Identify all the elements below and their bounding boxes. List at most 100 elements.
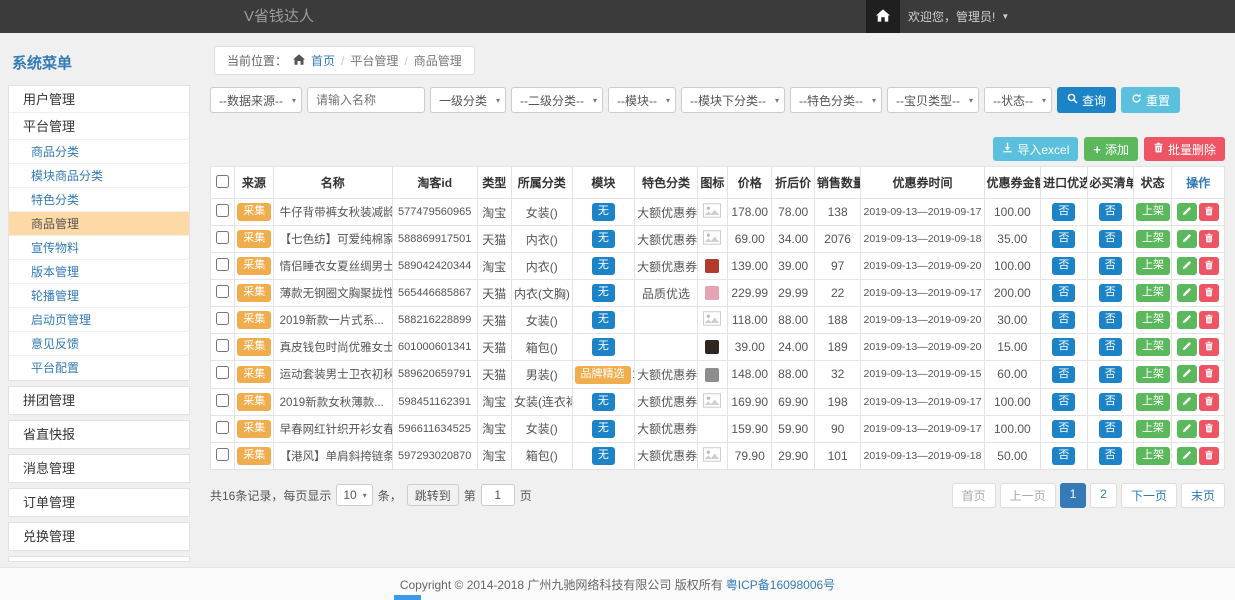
delete-button[interactable]: [1199, 203, 1219, 221]
edit-button[interactable]: [1177, 393, 1197, 411]
edit-button[interactable]: [1177, 365, 1197, 383]
delete-button[interactable]: [1199, 420, 1219, 438]
jump-page-input[interactable]: [481, 484, 515, 506]
delete-button[interactable]: [1199, 311, 1219, 329]
import-toggle-badge[interactable]: 否: [1052, 257, 1075, 275]
filter-select-1[interactable]: --二级分类--▾: [511, 87, 603, 113]
breadcrumb-home-link[interactable]: 首页: [311, 52, 335, 69]
module-badge[interactable]: 无: [592, 338, 615, 356]
filter-select-0[interactable]: 一级分类▾: [430, 87, 506, 113]
delete-button[interactable]: [1199, 230, 1219, 248]
module-badge[interactable]: 无: [592, 203, 615, 221]
sidebar-item[interactable]: 宣传物料: [9, 236, 189, 260]
sidebar-item[interactable]: 拼团管理: [9, 387, 189, 414]
sidebar-item[interactable]: 消息管理: [9, 455, 189, 482]
import-toggle-badge[interactable]: 否: [1052, 311, 1075, 329]
filter-select-6[interactable]: --状态--▾: [984, 87, 1052, 113]
module-badge[interactable]: 品牌精选: [575, 366, 631, 384]
edit-button[interactable]: [1177, 257, 1197, 275]
import-toggle-badge[interactable]: 否: [1052, 230, 1075, 248]
reset-button[interactable]: 重置: [1121, 87, 1180, 113]
edit-button[interactable]: [1177, 230, 1197, 248]
status-badge[interactable]: 上架: [1136, 311, 1170, 329]
sidebar-item[interactable]: 订单管理: [9, 489, 189, 516]
mustbuy-toggle-badge[interactable]: 否: [1099, 311, 1122, 329]
filter-select-5[interactable]: --宝贝类型--▾: [887, 87, 979, 113]
sidebar-item[interactable]: 意见反馈: [9, 332, 189, 356]
sidebar-item[interactable]: 平台配置: [9, 356, 189, 380]
import-excel-button[interactable]: 导入excel: [993, 137, 1078, 161]
page-button[interactable]: 下一页: [1121, 483, 1177, 508]
page-button[interactable]: 2: [1090, 483, 1117, 508]
edit-button[interactable]: [1177, 420, 1197, 438]
row-checkbox[interactable]: [216, 285, 229, 298]
edit-button[interactable]: [1177, 203, 1197, 221]
module-badge[interactable]: 无: [592, 447, 615, 465]
status-badge[interactable]: 上架: [1136, 420, 1170, 438]
mustbuy-toggle-badge[interactable]: 否: [1099, 338, 1122, 356]
mustbuy-toggle-badge[interactable]: 否: [1099, 284, 1122, 302]
row-checkbox[interactable]: [216, 366, 229, 379]
module-badge[interactable]: 无: [592, 311, 615, 329]
filter-select-2[interactable]: --模块--▾: [608, 87, 676, 113]
delete-button[interactable]: [1199, 338, 1219, 356]
module-badge[interactable]: 无: [592, 230, 615, 248]
page-button[interactable]: 末页: [1181, 483, 1225, 508]
delete-button[interactable]: [1199, 447, 1219, 465]
sidebar-item[interactable]: 轮播管理: [9, 284, 189, 308]
row-checkbox[interactable]: [216, 339, 229, 352]
import-toggle-badge[interactable]: 否: [1052, 203, 1075, 221]
sidebar-item[interactable]: 兑换管理: [9, 523, 189, 550]
module-badge[interactable]: 无: [592, 257, 615, 275]
row-checkbox[interactable]: [216, 448, 229, 461]
mustbuy-toggle-badge[interactable]: 否: [1099, 230, 1122, 248]
row-checkbox[interactable]: [216, 394, 229, 407]
sidebar-item[interactable]: 省直快报: [9, 421, 189, 448]
row-checkbox[interactable]: [216, 421, 229, 434]
sidebar-item[interactable]: 版本管理: [9, 260, 189, 284]
page-button[interactable]: 1: [1060, 483, 1087, 508]
status-badge[interactable]: 上架: [1136, 393, 1170, 411]
mustbuy-toggle-badge[interactable]: 否: [1099, 366, 1122, 384]
row-checkbox[interactable]: [216, 231, 229, 244]
page-size-select[interactable]: 10 ▾: [336, 484, 372, 506]
home-button[interactable]: [866, 0, 900, 33]
select-all-checkbox[interactable]: [216, 175, 229, 188]
mustbuy-toggle-badge[interactable]: 否: [1099, 447, 1122, 465]
delete-button[interactable]: [1199, 257, 1219, 275]
edit-button[interactable]: [1177, 447, 1197, 465]
status-badge[interactable]: 上架: [1136, 230, 1170, 248]
sidebar-item[interactable]: 平台管理: [9, 113, 189, 140]
status-badge[interactable]: 上架: [1136, 203, 1170, 221]
import-toggle-badge[interactable]: 否: [1052, 366, 1075, 384]
jump-button[interactable]: 跳转到: [407, 484, 459, 506]
filter-select-source[interactable]: --数据来源--▾: [210, 87, 302, 113]
mustbuy-toggle-badge[interactable]: 否: [1099, 393, 1122, 411]
add-button[interactable]: + 添加: [1084, 137, 1138, 161]
status-badge[interactable]: 上架: [1136, 447, 1170, 465]
status-badge[interactable]: 上架: [1136, 338, 1170, 356]
delete-button[interactable]: [1199, 393, 1219, 411]
sidebar-item[interactable]: 商品管理: [9, 212, 189, 236]
status-badge[interactable]: 上架: [1136, 257, 1170, 275]
import-toggle-badge[interactable]: 否: [1052, 447, 1075, 465]
import-toggle-badge[interactable]: 否: [1052, 338, 1075, 356]
edit-button[interactable]: [1177, 338, 1197, 356]
import-toggle-badge[interactable]: 否: [1052, 393, 1075, 411]
user-menu[interactable]: 欢迎您，管理员! ▼: [908, 0, 1009, 33]
status-badge[interactable]: 上架: [1136, 284, 1170, 302]
edit-button[interactable]: [1177, 284, 1197, 302]
row-checkbox[interactable]: [216, 312, 229, 325]
import-toggle-badge[interactable]: 否: [1052, 420, 1075, 438]
edit-button[interactable]: [1177, 311, 1197, 329]
name-search-input[interactable]: [307, 87, 425, 113]
icp-link[interactable]: 粤ICP备16098006号: [726, 576, 835, 593]
sidebar-item[interactable]: 特色分类: [9, 188, 189, 212]
sidebar-item[interactable]: 用户管理: [9, 86, 189, 113]
filter-select-3[interactable]: --模块下分类--▾: [681, 87, 785, 113]
module-badge[interactable]: 无: [592, 393, 615, 411]
module-badge[interactable]: 无: [592, 284, 615, 302]
module-badge[interactable]: 无: [592, 420, 615, 438]
sidebar-item[interactable]: 商品分类: [9, 140, 189, 164]
delete-button[interactable]: [1199, 284, 1219, 302]
